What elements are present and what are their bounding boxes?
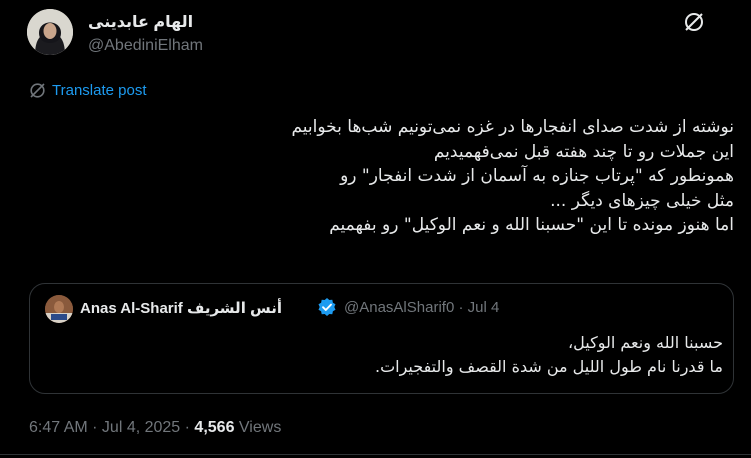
views-label: Views <box>238 419 282 436</box>
translate-post-button[interactable]: Translate post <box>29 82 147 99</box>
overlay-block <box>727 0 751 46</box>
quote-text: حسبنا الله ونعم الوكيل، ما قدرنا نام طول… <box>83 331 723 379</box>
verified-badge-icon <box>317 297 337 317</box>
tweet-line: مثل خیلی چیزهای دیگر ... <box>550 190 734 211</box>
grok-icon[interactable] <box>683 11 705 33</box>
quote-line: حسبنا الله ونعم الوكيل، <box>567 333 723 352</box>
quote-author-avatar[interactable] <box>45 295 73 323</box>
translate-post-label: Translate post <box>52 82 147 99</box>
quote-line: ما قدرنا نام طول الليل من شدة القصف والت… <box>375 357 723 376</box>
tweet-text: نوشته از شدت صدای انفجارها در غزه نمی‌تو… <box>94 115 734 238</box>
tweet-line: همونطور که "پرتاب جنازه به آسمان از شدت … <box>340 166 734 186</box>
quote-author-name[interactable]: Anas Al-Sharif أنس الشريف <box>80 299 282 317</box>
views-count: 4,566 <box>194 419 235 436</box>
post-date[interactable]: Jul 4, 2025 <box>102 419 180 436</box>
tweet-line: اما هنوز مونده تا این "حسبنا الله و نعم … <box>329 215 734 235</box>
divider <box>0 454 751 455</box>
post-metadata: 6:47 AM · Jul 4, 2025 · 4,566 Views <box>29 419 281 437</box>
tweet-line: این جملات رو تا چند هفته قبل نمی‌فهمیدیم <box>433 141 734 162</box>
tweet-line: نوشته از شدت صدای انفجارها در غزه نمی‌تو… <box>291 117 734 137</box>
meta-separator: · <box>180 419 195 436</box>
author-avatar[interactable] <box>27 9 73 55</box>
author-display-name[interactable]: الهام عابدینی <box>88 12 193 32</box>
translate-icon <box>30 83 45 98</box>
meta-separator: · <box>87 419 102 436</box>
post-time[interactable]: 6:47 AM <box>29 419 88 436</box>
author-handle[interactable]: @AbediniElham <box>88 37 203 55</box>
quote-handle-date[interactable]: @AnasAlSharif0 · Jul 4 <box>344 299 499 316</box>
